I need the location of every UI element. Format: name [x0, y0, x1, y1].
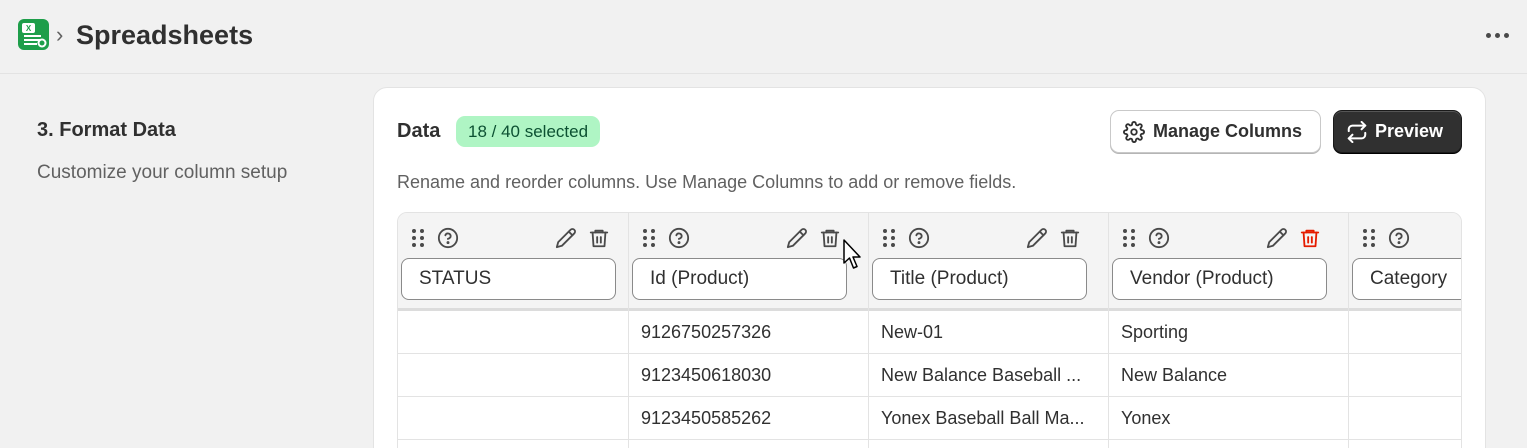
column-name-input[interactable]	[632, 258, 847, 300]
table-column	[398, 213, 629, 448]
drag-handle-icon[interactable]	[407, 227, 429, 249]
table-cell: 9123450618030	[629, 354, 868, 397]
table-cell: 9126750257326	[629, 311, 868, 354]
top-bar: X › Spreadsheets	[0, 0, 1527, 74]
column-name-input[interactable]	[401, 258, 616, 300]
selected-count-badge: 18 / 40 selected	[456, 116, 601, 147]
drag-handle-icon[interactable]	[1358, 227, 1380, 249]
table-cell	[1349, 354, 1461, 397]
section-description: Customize your column setup	[37, 162, 288, 183]
columns-table: 9126750257326 9123450618030 912345058526…	[397, 212, 1462, 448]
column-name-input[interactable]	[872, 258, 1087, 300]
table-cell	[398, 311, 628, 354]
table-column: Sporting New Balance Yonex	[1109, 213, 1349, 448]
table-cell: Sporting	[1109, 311, 1348, 354]
card-heading: Data	[397, 120, 441, 142]
help-icon[interactable]	[1388, 227, 1410, 249]
svg-text:X: X	[26, 24, 32, 33]
refresh-icon	[1347, 121, 1367, 143]
more-options-button[interactable]	[1483, 24, 1513, 46]
data-card: Data 18 / 40 selected Manage Columns Pre…	[373, 87, 1486, 448]
column-header	[629, 213, 868, 311]
pencil-icon[interactable]	[1026, 227, 1048, 249]
manage-columns-button[interactable]: Manage Columns	[1110, 110, 1321, 153]
gear-icon	[1123, 121, 1145, 143]
table-cell: New-01	[869, 311, 1108, 354]
trash-icon[interactable]	[1299, 227, 1321, 249]
pencil-icon[interactable]	[1266, 227, 1288, 249]
trash-icon[interactable]	[819, 227, 841, 249]
pencil-icon[interactable]	[786, 227, 808, 249]
table-cell: New Balance Baseball ...	[869, 354, 1108, 397]
preview-button[interactable]: Preview	[1333, 110, 1462, 153]
table-cell: 9123450585262	[629, 397, 868, 440]
table-cell: Yonex	[1109, 397, 1348, 440]
column-name-input[interactable]	[1112, 258, 1327, 300]
help-icon[interactable]	[1148, 227, 1170, 249]
spreadsheet-app-icon[interactable]: X	[18, 19, 49, 50]
drag-handle-icon[interactable]	[638, 227, 660, 249]
table-cell: New Balance	[1109, 354, 1348, 397]
table-cell	[1349, 311, 1461, 354]
column-header	[398, 213, 628, 311]
breadcrumb-separator: ›	[56, 22, 64, 47]
help-icon[interactable]	[908, 227, 930, 249]
table-column: New-01 New Balance Baseball ... Yonex Ba…	[869, 213, 1109, 448]
table-cell	[1349, 397, 1461, 440]
pencil-icon[interactable]	[555, 227, 577, 249]
table-column	[1349, 213, 1461, 448]
column-header	[869, 213, 1108, 311]
section-title: 3. Format Data	[37, 119, 176, 141]
card-hint: Rename and reorder columns. Use Manage C…	[397, 172, 1017, 192]
table-cell	[398, 354, 628, 397]
column-header	[1109, 213, 1348, 311]
table-cell	[398, 397, 628, 440]
column-name-input[interactable]	[1352, 258, 1461, 300]
drag-handle-icon[interactable]	[1118, 227, 1140, 249]
preview-label: Preview	[1375, 121, 1444, 141]
help-icon[interactable]	[668, 227, 690, 249]
table-cell: Yonex Baseball Ball Ma...	[869, 397, 1108, 440]
more-horizontal-icon	[1486, 33, 1491, 38]
page-title: Spreadsheets	[76, 20, 254, 50]
help-icon[interactable]	[437, 227, 459, 249]
drag-handle-icon[interactable]	[878, 227, 900, 249]
table-column: 9126750257326 9123450618030 912345058526…	[629, 213, 869, 448]
column-header	[1349, 213, 1461, 311]
manage-columns-label: Manage Columns	[1153, 121, 1303, 141]
trash-icon[interactable]	[588, 227, 610, 249]
trash-icon[interactable]	[1059, 227, 1081, 249]
